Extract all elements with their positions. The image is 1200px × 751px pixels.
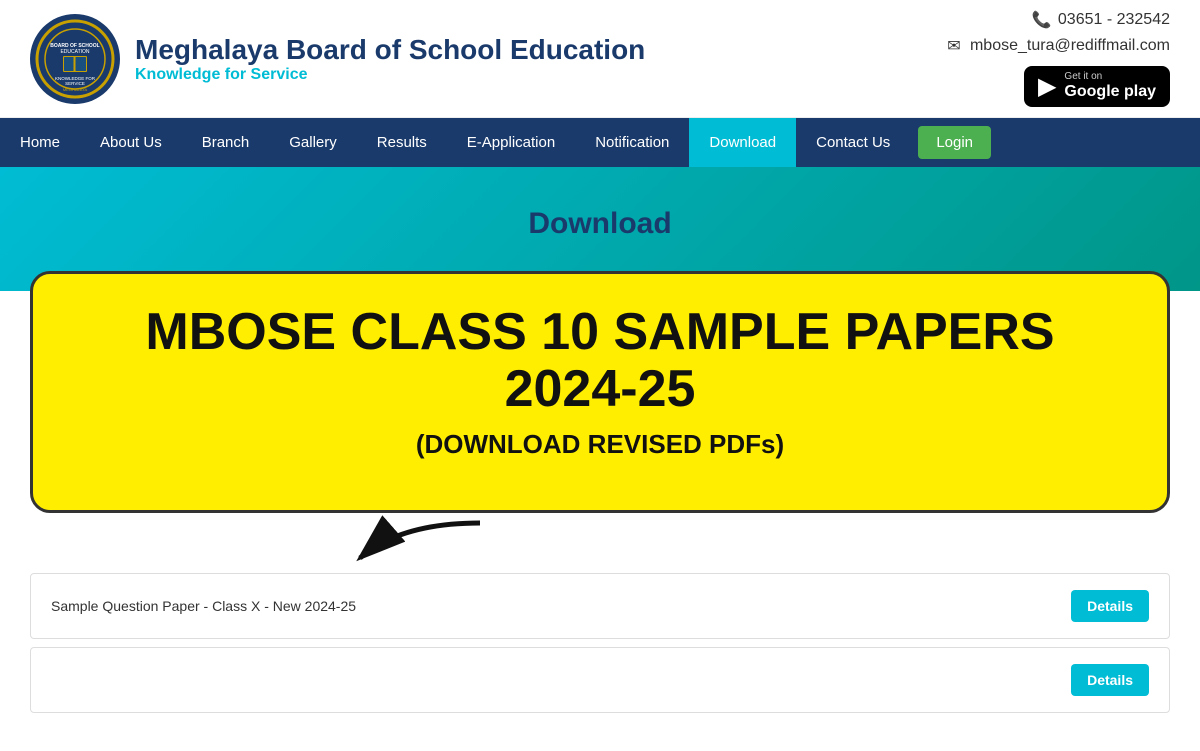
- phone-number: 03651 - 232542: [1058, 11, 1170, 29]
- nav-about-us[interactable]: About Us: [80, 118, 182, 167]
- email-address: mbose_tura@rediffmail.com: [970, 37, 1170, 55]
- play-store-icon: ▶: [1038, 72, 1056, 101]
- phone-contact: 📞 03651 - 232542: [1032, 10, 1170, 30]
- nav-notification[interactable]: Notification: [575, 118, 689, 167]
- logo: BOARD OF SCHOOL EDUCATION KNOWLEDGE FOR …: [30, 14, 120, 104]
- brand-text: Meghalaya Board of School Education Know…: [135, 34, 645, 84]
- announcement-subtext: (DOWNLOAD REVISED PDFs): [73, 429, 1127, 460]
- nav-login[interactable]: Login: [918, 126, 991, 159]
- header-brand: BOARD OF SCHOOL EDUCATION KNOWLEDGE FOR …: [30, 14, 645, 104]
- site-header: BOARD OF SCHOOL EDUCATION KNOWLEDGE FOR …: [0, 0, 1200, 118]
- page-title: Download: [20, 207, 1180, 241]
- play-store-text: Get it on Google play: [1064, 72, 1156, 101]
- nav-download[interactable]: Download: [689, 118, 796, 167]
- table-row-2: Details: [30, 647, 1170, 713]
- nav-results[interactable]: Results: [357, 118, 447, 167]
- svg-text:SERVICE: SERVICE: [65, 81, 85, 86]
- svg-text:EDUCATION: EDUCATION: [60, 49, 89, 55]
- phone-icon: 📞: [1032, 10, 1052, 30]
- table-row: Sample Question Paper - Class X - New 20…: [30, 573, 1170, 639]
- header-contact: 📞 03651 - 232542 ✉ mbose_tura@rediffmail…: [944, 10, 1170, 107]
- nav-e-application[interactable]: E-Application: [447, 118, 575, 167]
- google-play-label: Google play: [1064, 82, 1156, 101]
- announcement-box: MBOSE CLASS 10 SAMPLE PAPERS 2024-25 (DO…: [30, 271, 1170, 512]
- get-it-on-label: Get it on: [1064, 72, 1156, 82]
- row-label-1: Sample Question Paper - Class X - New 20…: [51, 598, 356, 614]
- nav-branch[interactable]: Branch: [182, 118, 270, 167]
- nav-contact-us[interactable]: Contact Us: [796, 118, 910, 167]
- nav-home[interactable]: Home: [0, 118, 80, 167]
- site-title: Meghalaya Board of School Education: [135, 34, 645, 66]
- details-button-2[interactable]: Details: [1071, 664, 1149, 696]
- email-icon: ✉: [944, 36, 964, 56]
- svg-text:MEGHALAYA: MEGHALAYA: [63, 87, 88, 92]
- email-contact: ✉ mbose_tura@rediffmail.com: [944, 36, 1170, 56]
- nav-gallery[interactable]: Gallery: [269, 118, 357, 167]
- google-play-button[interactable]: ▶ Get it on Google play: [1024, 66, 1170, 107]
- arrow-svg: [280, 513, 500, 573]
- table-section: Sample Question Paper - Class X - New 20…: [0, 573, 1200, 751]
- main-navigation: Home About Us Branch Gallery Results E-A…: [0, 118, 1200, 167]
- details-button-1[interactable]: Details: [1071, 590, 1149, 622]
- site-tagline: Knowledge for Service: [135, 66, 645, 84]
- arrow-container: [0, 513, 1200, 573]
- announcement-heading: MBOSE CLASS 10 SAMPLE PAPERS 2024-25: [73, 304, 1127, 418]
